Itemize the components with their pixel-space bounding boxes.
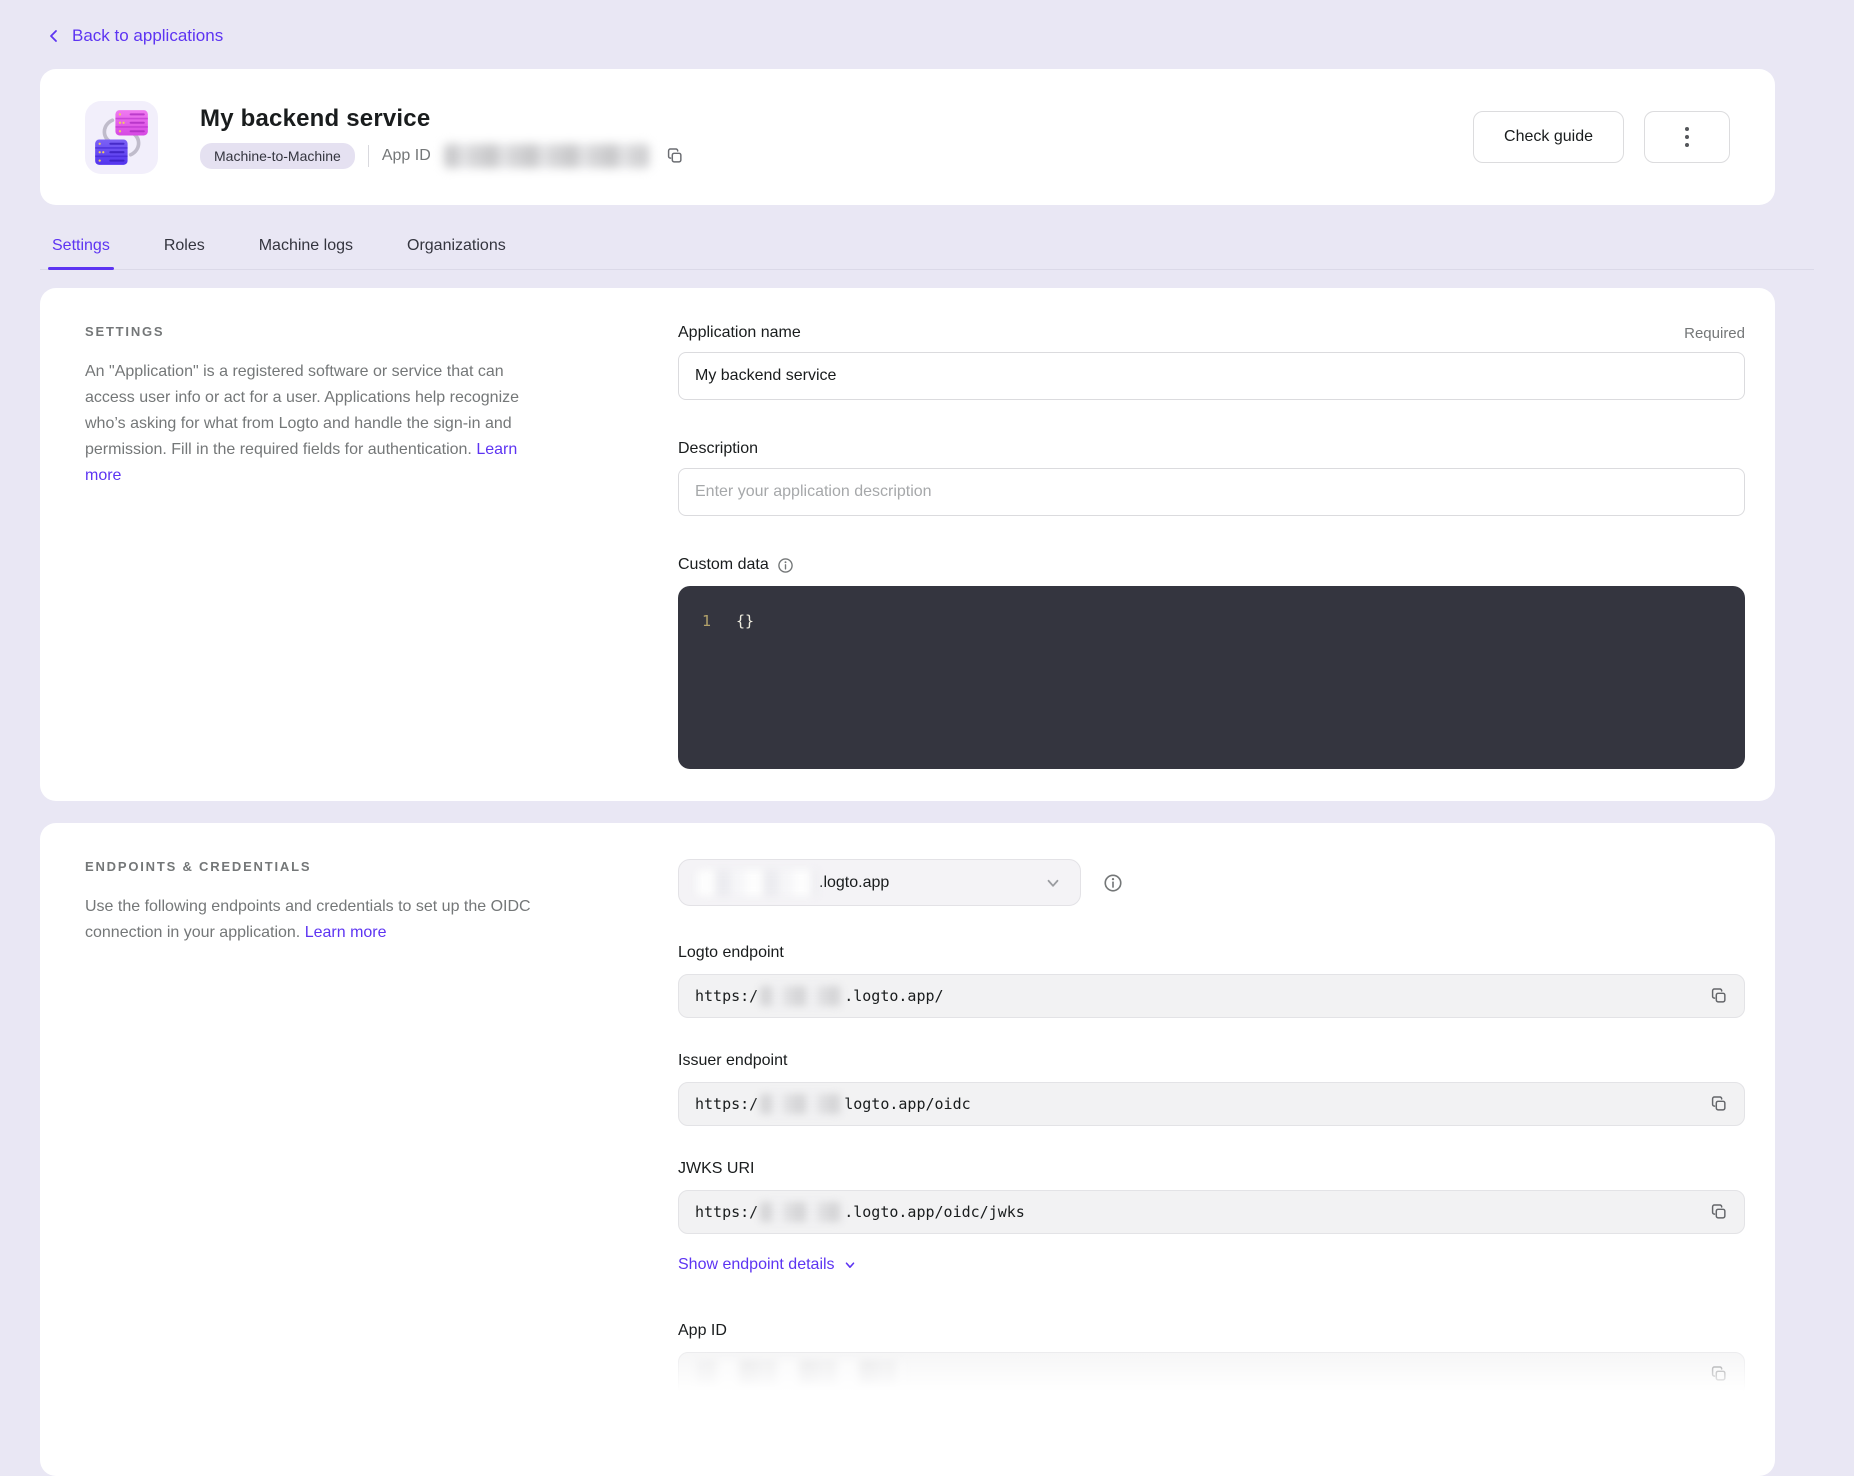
custom-data-info-icon[interactable] bbox=[777, 557, 794, 574]
endpoints-credentials-card: ENDPOINTS & CREDENTIALS Use the followin… bbox=[40, 823, 1775, 1476]
endpoints-learn-more-link[interactable]: Learn more bbox=[305, 924, 387, 941]
tenant-domain-select[interactable]: .logto.app bbox=[678, 859, 1081, 906]
custom-data-label: Custom data bbox=[678, 556, 769, 574]
application-title: My backend service bbox=[200, 105, 688, 133]
application-name-input[interactable] bbox=[678, 352, 1745, 400]
copy-icon bbox=[1710, 987, 1728, 1005]
back-link-label: Back to applications bbox=[72, 26, 223, 46]
logto-endpoint-prefix: https:/ bbox=[695, 987, 758, 1005]
tenant-domain-redacted-value bbox=[697, 870, 817, 896]
logto-endpoint-redacted-part bbox=[760, 986, 842, 1006]
header-app-id-copy-button[interactable] bbox=[662, 143, 688, 169]
tab-roles[interactable]: Roles bbox=[160, 235, 209, 269]
show-endpoint-details-link[interactable]: Show endpoint details bbox=[678, 1256, 857, 1274]
logto-endpoint-copy-button[interactable] bbox=[1706, 983, 1732, 1009]
tab-machine-logs[interactable]: Machine logs bbox=[255, 235, 357, 269]
jwks-uri-group: JWKS URI https:/ .logto.app/oidc/jwks bbox=[678, 1160, 1745, 1234]
editor-line-number: 1 bbox=[702, 612, 736, 769]
issuer-endpoint-group: Issuer endpoint https:/ logto.app/oidc bbox=[678, 1052, 1745, 1126]
copy-icon bbox=[1710, 1095, 1728, 1113]
kebab-menu-icon bbox=[1685, 125, 1689, 149]
settings-section-title: SETTINGS bbox=[85, 324, 565, 339]
copy-icon bbox=[1710, 1203, 1728, 1221]
description-input[interactable] bbox=[678, 468, 1745, 516]
app-id-label: App ID bbox=[678, 1322, 1745, 1340]
issuer-endpoint-suffix: logto.app/oidc bbox=[844, 1095, 970, 1113]
application-header-card: My backend service Machine-to-Machine Ap… bbox=[40, 69, 1775, 205]
logto-endpoint-label: Logto endpoint bbox=[678, 944, 1745, 962]
application-name-group: Application name Required bbox=[678, 324, 1745, 400]
meta-divider bbox=[368, 145, 369, 167]
description-group: Description bbox=[678, 440, 1745, 516]
issuer-endpoint-value-field: https:/ logto.app/oidc bbox=[678, 1082, 1745, 1126]
copy-icon bbox=[666, 147, 684, 165]
settings-card: SETTINGS An "Application" is a registere… bbox=[40, 288, 1775, 801]
issuer-endpoint-redacted-part bbox=[760, 1094, 842, 1114]
tab-organizations[interactable]: Organizations bbox=[403, 235, 510, 269]
settings-description-text: An "Application" is a registered softwar… bbox=[85, 363, 519, 458]
application-name-label: Application name bbox=[678, 324, 801, 342]
logto-endpoint-suffix: .logto.app/ bbox=[844, 987, 943, 1005]
back-to-applications-link[interactable]: Back to applications bbox=[46, 26, 223, 46]
jwks-uri-label: JWKS URI bbox=[678, 1160, 1745, 1178]
show-endpoint-details-label: Show endpoint details bbox=[678, 1256, 835, 1274]
issuer-endpoint-label: Issuer endpoint bbox=[678, 1052, 1745, 1070]
logto-endpoint-group: Logto endpoint https:/ .logto.app/ bbox=[678, 944, 1745, 1018]
copy-icon bbox=[1710, 1365, 1728, 1383]
jwks-uri-redacted-part bbox=[760, 1202, 842, 1222]
app-id-group: App ID bbox=[678, 1322, 1745, 1396]
application-tabs: Settings Roles Machine logs Organization… bbox=[40, 235, 1814, 270]
application-type-badge: Machine-to-Machine bbox=[200, 143, 355, 169]
logto-endpoint-value-field: https:/ .logto.app/ bbox=[678, 974, 1745, 1018]
required-hint: Required bbox=[1684, 325, 1745, 342]
machine-to-machine-app-icon bbox=[85, 101, 158, 174]
chevron-left-icon bbox=[46, 28, 62, 44]
chevron-down-icon bbox=[843, 1258, 857, 1272]
tab-settings[interactable]: Settings bbox=[48, 235, 114, 269]
endpoints-section-title: ENDPOINTS & CREDENTIALS bbox=[85, 859, 565, 874]
app-id-redacted-value bbox=[697, 1361, 902, 1387]
issuer-endpoint-copy-button[interactable] bbox=[1706, 1091, 1732, 1117]
issuer-endpoint-prefix: https:/ bbox=[695, 1095, 758, 1113]
jwks-uri-copy-button[interactable] bbox=[1706, 1199, 1732, 1225]
more-actions-button[interactable] bbox=[1644, 111, 1730, 163]
tenant-domain-suffix: .logto.app bbox=[819, 874, 889, 892]
header-app-id-label: App ID bbox=[382, 147, 431, 165]
endpoints-section-description: Use the following endpoints and credenti… bbox=[85, 894, 555, 946]
chevron-down-icon bbox=[1044, 874, 1062, 892]
description-label: Description bbox=[678, 440, 758, 458]
check-guide-button[interactable]: Check guide bbox=[1473, 111, 1624, 163]
jwks-uri-value-field: https:/ .logto.app/oidc/jwks bbox=[678, 1190, 1745, 1234]
custom-data-code-editor[interactable]: 1 {} bbox=[678, 586, 1745, 769]
app-id-copy-button[interactable] bbox=[1706, 1361, 1732, 1387]
app-id-value-field bbox=[678, 1352, 1745, 1396]
editor-code-content: {} bbox=[736, 612, 754, 769]
settings-section-description: An "Application" is a registered softwar… bbox=[85, 359, 555, 489]
header-app-id-redacted-value bbox=[444, 144, 649, 168]
jwks-uri-prefix: https:/ bbox=[695, 1203, 758, 1221]
domain-info-icon[interactable] bbox=[1103, 873, 1123, 893]
custom-data-group: Custom data 1 {} bbox=[678, 556, 1745, 769]
jwks-uri-suffix: .logto.app/oidc/jwks bbox=[844, 1203, 1025, 1221]
